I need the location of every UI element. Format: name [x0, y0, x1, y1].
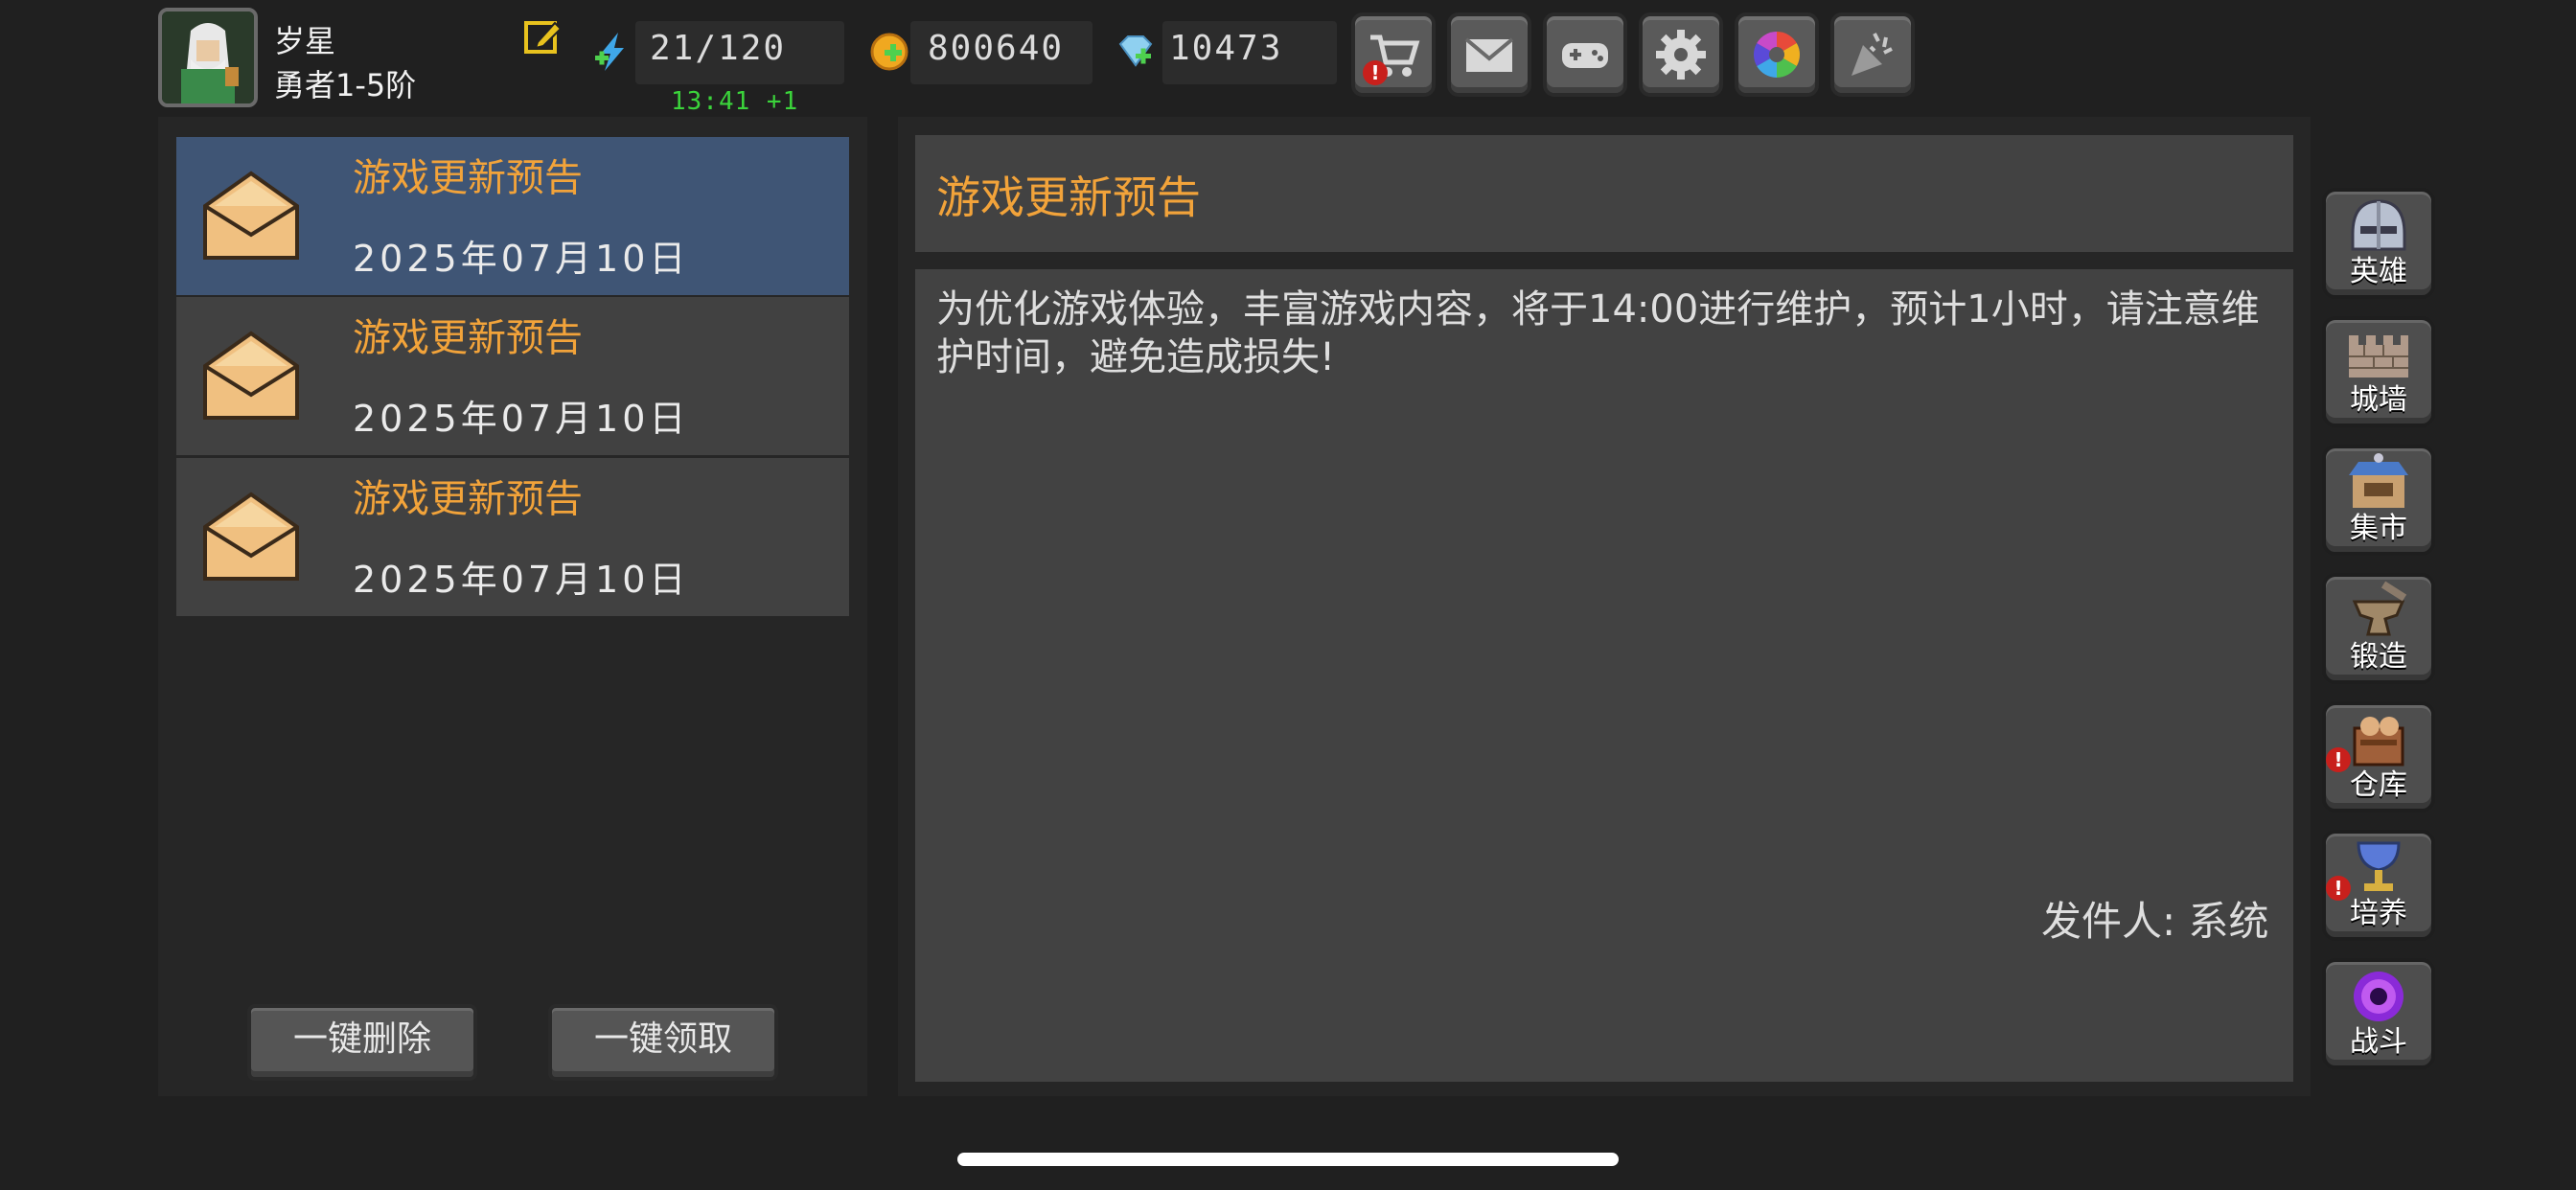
- player-rank: 勇者1-5阶: [274, 67, 417, 103]
- mail-detail-title: 游戏更新预告: [936, 172, 1201, 223]
- nav-warehouse-button[interactable]: ! 仓库: [2322, 701, 2435, 812]
- mail-detail-text: 为优化游戏体验，丰富游戏内容，将于14:00进行维护，预计1小时，请注意维护时间…: [936, 287, 2260, 379]
- envelope-icon: [203, 331, 299, 420]
- mail-sender: 发件人: 系统: [2041, 898, 2269, 945]
- claim-all-button[interactable]: 一键领取: [548, 1004, 778, 1081]
- nav-market-button[interactable]: 集市: [2322, 445, 2435, 556]
- shop-alert-badge: !: [1363, 60, 1388, 85]
- mail-date: 2025年07月10日: [353, 238, 690, 280]
- hero-portrait-icon: [162, 11, 254, 103]
- mail-icon: [1464, 37, 1514, 72]
- nav-warehouse-label: 仓库: [2350, 768, 2407, 802]
- envelope-icon: [203, 492, 299, 581]
- theme-button[interactable]: [1735, 12, 1819, 97]
- nav-hero-button[interactable]: 英雄: [2322, 188, 2435, 299]
- nav-battle-label: 战斗: [2350, 1025, 2407, 1059]
- nav-battle-button[interactable]: 战斗: [2322, 958, 2435, 1069]
- nav-wall-button[interactable]: 城墙: [2322, 316, 2435, 427]
- mail-title: 游戏更新预告: [353, 477, 583, 521]
- party-popper-icon: [1852, 33, 1893, 76]
- nav-train-button[interactable]: ! 培养: [2322, 830, 2435, 941]
- mail-list-item[interactable]: 游戏更新预告 2025年07月10日: [176, 137, 849, 295]
- player-name: 岁星: [274, 23, 336, 59]
- delete-all-button[interactable]: 一键删除: [247, 1004, 477, 1081]
- edit-icon[interactable]: [522, 17, 563, 57]
- gold-coin-icon[interactable]: [868, 31, 910, 73]
- nav-train-label: 培养: [2350, 897, 2407, 930]
- nav-market-label: 集市: [2350, 512, 2407, 545]
- player-avatar[interactable]: [158, 8, 258, 107]
- gear-icon: [1656, 30, 1706, 80]
- mail-date: 2025年07月10日: [353, 398, 690, 440]
- mail-date: 2025年07月10日: [353, 559, 690, 601]
- game-button[interactable]: [1543, 12, 1627, 97]
- nav-forge-label: 锻造: [2350, 640, 2407, 674]
- stamina-regen-timer: 13:41 +1: [671, 87, 799, 116]
- stamina-value: 21/120: [650, 29, 787, 68]
- mail-list-item[interactable]: 游戏更新预告 2025年07月10日: [176, 297, 849, 455]
- mail-button[interactable]: [1447, 12, 1531, 97]
- mail-detail-body: [915, 269, 2293, 1082]
- color-wheel-icon: [1753, 31, 1801, 78]
- diamond-icon[interactable]: [1115, 31, 1157, 73]
- mail-title: 游戏更新预告: [353, 156, 583, 200]
- nav-forge-button[interactable]: 锻造: [2322, 573, 2435, 684]
- mail-title: 游戏更新预告: [353, 316, 583, 360]
- settings-button[interactable]: [1639, 12, 1723, 97]
- diamond-value: 10473: [1169, 29, 1283, 68]
- shop-button[interactable]: !: [1351, 12, 1436, 97]
- nav-hero-label: 英雄: [2350, 255, 2407, 288]
- lightning-icon: [595, 33, 624, 71]
- gamepad-icon: [1562, 43, 1608, 68]
- home-indicator[interactable]: [957, 1153, 1619, 1166]
- nav-wall-label: 城墙: [2350, 383, 2407, 417]
- gold-value: 800640: [928, 29, 1065, 68]
- celebration-button[interactable]: [1830, 12, 1915, 97]
- mail-list-item[interactable]: 游戏更新预告 2025年07月10日: [176, 458, 849, 616]
- envelope-icon: [203, 171, 299, 260]
